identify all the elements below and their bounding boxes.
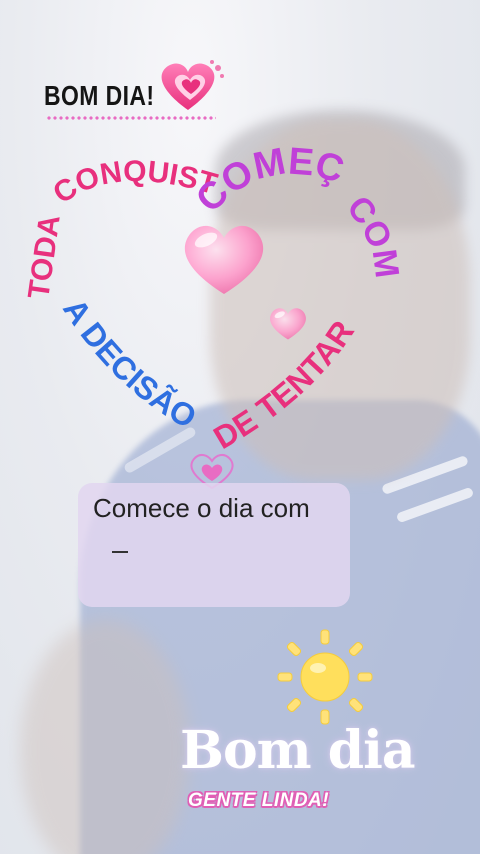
- bom-dia-title: Bom dia: [180, 720, 416, 781]
- text-cursor: [112, 551, 128, 553]
- text-input-value[interactable]: Comece o dia com: [93, 493, 310, 524]
- gente-linda-subtitle: GENTE LINDA!: [188, 790, 330, 811]
- glossy-heart-icon: [184, 225, 264, 294]
- quote-word-conquista: CONQUISTA: [0, 0, 220, 210]
- quote-word-decisao: A DECISÃO: [56, 292, 202, 435]
- quote-word-toda: TODA: [22, 213, 66, 301]
- quote-word-com: COM: [339, 189, 406, 280]
- glossy-heart-small-icon: [270, 308, 306, 340]
- sun-icon: [277, 629, 373, 725]
